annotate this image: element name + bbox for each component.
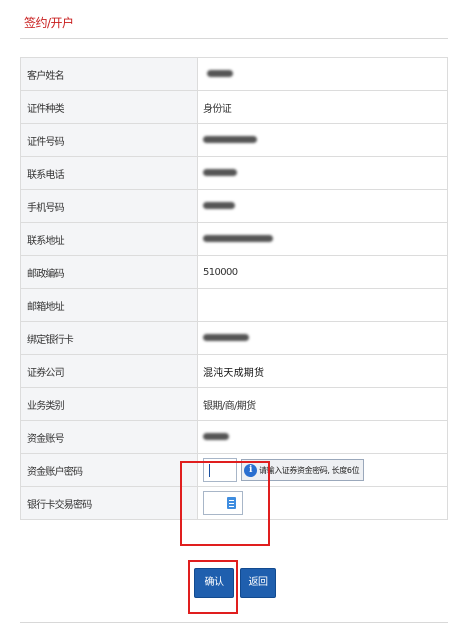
value-securities-company: 混沌天成期货 xyxy=(197,354,448,388)
label-mobile: 手机号码 xyxy=(20,189,198,223)
value-mobile xyxy=(197,189,448,223)
label-id-type: 证件种类 xyxy=(20,90,198,124)
table-row: 邮箱地址 xyxy=(20,288,448,322)
value-address xyxy=(197,222,448,256)
value-business-type: 银期/商/期货 xyxy=(197,387,448,421)
value-id-type: 身份证 xyxy=(197,90,448,124)
table-row: 证件种类 身份证 xyxy=(20,90,448,124)
table-row: 证券公司 混沌天成期货 xyxy=(20,354,448,388)
redacted-value xyxy=(203,235,273,242)
redacted-value xyxy=(203,136,257,143)
table-row: 绑定银行卡 xyxy=(20,321,448,355)
bottom-divider xyxy=(20,622,448,623)
label-email: 邮箱地址 xyxy=(20,288,198,322)
table-row: 联系地址 xyxy=(20,222,448,256)
page-title: 签约/开户 xyxy=(24,16,74,30)
value-id-number xyxy=(197,123,448,157)
label-bank-password: 银行卡交易密码 xyxy=(20,486,198,520)
redacted-value xyxy=(203,433,229,440)
label-securities-company: 证券公司 xyxy=(20,354,198,388)
value-postcode: 510000 xyxy=(197,255,448,289)
value-bank-card xyxy=(197,321,448,355)
table-row: 证件号码 xyxy=(20,123,448,157)
table-row: 业务类别 银期/商/期货 xyxy=(20,387,448,421)
table-row: 资金账号 xyxy=(20,420,448,454)
label-fund-password: 资金账户密码 xyxy=(20,453,198,487)
highlight-password-fields xyxy=(180,461,270,546)
value-customer-name xyxy=(197,57,448,91)
label-business-type: 业务类别 xyxy=(20,387,198,421)
label-id-number: 证件号码 xyxy=(20,123,198,157)
table-row: 手机号码 xyxy=(20,189,448,223)
account-opening-form: 客户姓名 证件种类 身份证 证件号码 联系电话 手机号码 联系地址 邮政编码 5… xyxy=(20,57,448,520)
redacted-value xyxy=(203,202,235,209)
redacted-value xyxy=(203,334,249,341)
redacted-value xyxy=(207,70,233,77)
title-divider xyxy=(20,38,448,39)
redacted-value xyxy=(203,169,237,176)
value-contact-phone xyxy=(197,156,448,190)
value-email xyxy=(197,288,448,322)
back-button[interactable]: 返回 xyxy=(240,568,276,598)
value-fund-account xyxy=(197,420,448,454)
label-address: 联系地址 xyxy=(20,222,198,256)
table-row: 邮政编码 510000 xyxy=(20,255,448,289)
password-hint-text: 请输入证券资金密码, 长度6位 xyxy=(259,466,360,475)
label-bank-card: 绑定银行卡 xyxy=(20,321,198,355)
table-row: 客户姓名 xyxy=(20,57,448,91)
table-row: 联系电话 xyxy=(20,156,448,190)
label-postcode: 邮政编码 xyxy=(20,255,198,289)
label-customer-name: 客户姓名 xyxy=(20,57,198,91)
highlight-confirm-button xyxy=(188,560,238,614)
label-contact-phone: 联系电话 xyxy=(20,156,198,190)
label-fund-account: 资金账号 xyxy=(20,420,198,454)
